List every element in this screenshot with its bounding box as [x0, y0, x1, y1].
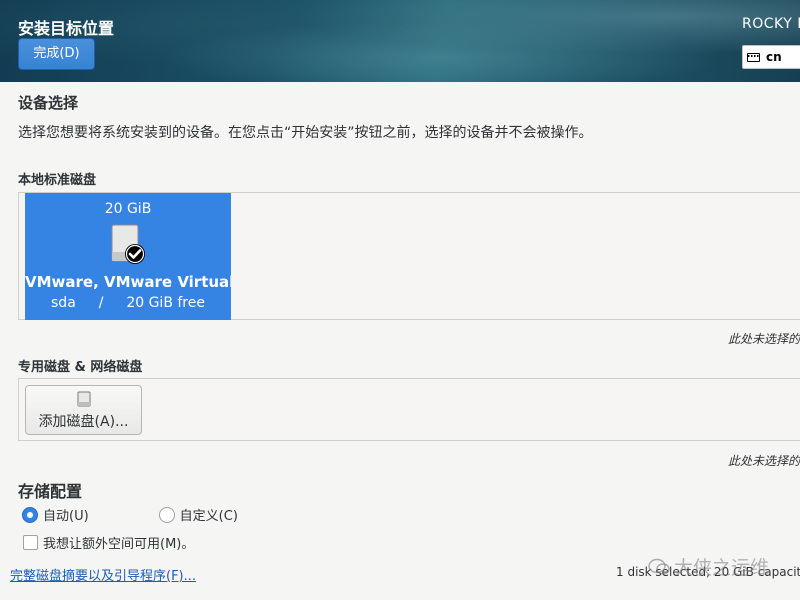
local-disks-note: 此处未选择的 [728, 332, 800, 346]
auto-radio[interactable] [22, 506, 38, 523]
storage-config-title: 存储配置 [18, 482, 83, 501]
hard-disk-selected-icon [111, 224, 145, 264]
watermark: 大侠之运维 [648, 553, 769, 580]
disk-size: 20 GiB [104, 201, 152, 217]
special-disks-title: 专用磁盘 & 网络磁盘 [18, 360, 143, 375]
add-disk-label: 添加磁盘(A)... [38, 414, 129, 430]
special-disks-panel: 添加磁盘(A)... [18, 378, 800, 441]
keyboard-layout-label: cn [766, 50, 782, 64]
watermark-text: 大侠之运维 [674, 557, 770, 579]
extra-space-option: 我想让额外空间可用(M)。 [23, 533, 194, 552]
disk-device: sda [51, 295, 76, 311]
disk-free-space: 20 GiB free [126, 295, 205, 311]
hard-disk-icon [77, 391, 91, 407]
disk-tile-sda[interactable]: 20 GiB VMware, VMware Virtual S sda / 20… [25, 193, 231, 320]
header-banner: 安装目标位置 完成(D) ROCKY LINUX cn [0, 0, 800, 82]
done-button[interactable]: 完成(D) [18, 38, 95, 70]
local-disks-title: 本地标准磁盘 [18, 173, 97, 188]
device-selection-description: 选择您想要将系统安装到的设备。在您点击“开始安装”按钮之前，选择的设备并不会被操… [18, 125, 593, 141]
custom-radio-label[interactable]: 自定义(C) [180, 505, 238, 524]
product-name: ROCKY LINUX [742, 16, 800, 32]
full-disk-summary-link[interactable]: 完整磁盘摘要以及引导程序(F)... [10, 565, 196, 584]
page-title: 安装目标位置 [18, 19, 115, 38]
local-disks-panel: 20 GiB VMware, VMware Virtual S sda / 20… [18, 192, 800, 320]
keyboard-layout-indicator[interactable]: cn [742, 45, 800, 69]
custom-radio[interactable] [158, 506, 175, 523]
keyboard-icon [747, 52, 760, 62]
disk-info: sda / 20 GiB free [25, 295, 231, 311]
wechat-icon [648, 558, 670, 575]
auto-radio-label[interactable]: 自动(U) [43, 505, 89, 524]
device-selection-title: 设备选择 [18, 94, 79, 112]
storage-config-options: 自动(U) 自定义(C) [22, 505, 238, 524]
extra-space-label[interactable]: 我想让额外空间可用(M)。 [43, 533, 194, 552]
disk-separator: / [98, 295, 104, 311]
add-disk-button[interactable]: 添加磁盘(A)... [25, 385, 142, 435]
extra-space-checkbox[interactable] [23, 535, 38, 550]
disk-name: VMware, VMware Virtual S [25, 273, 231, 291]
special-disks-note: 此处未选择的 [728, 454, 800, 468]
